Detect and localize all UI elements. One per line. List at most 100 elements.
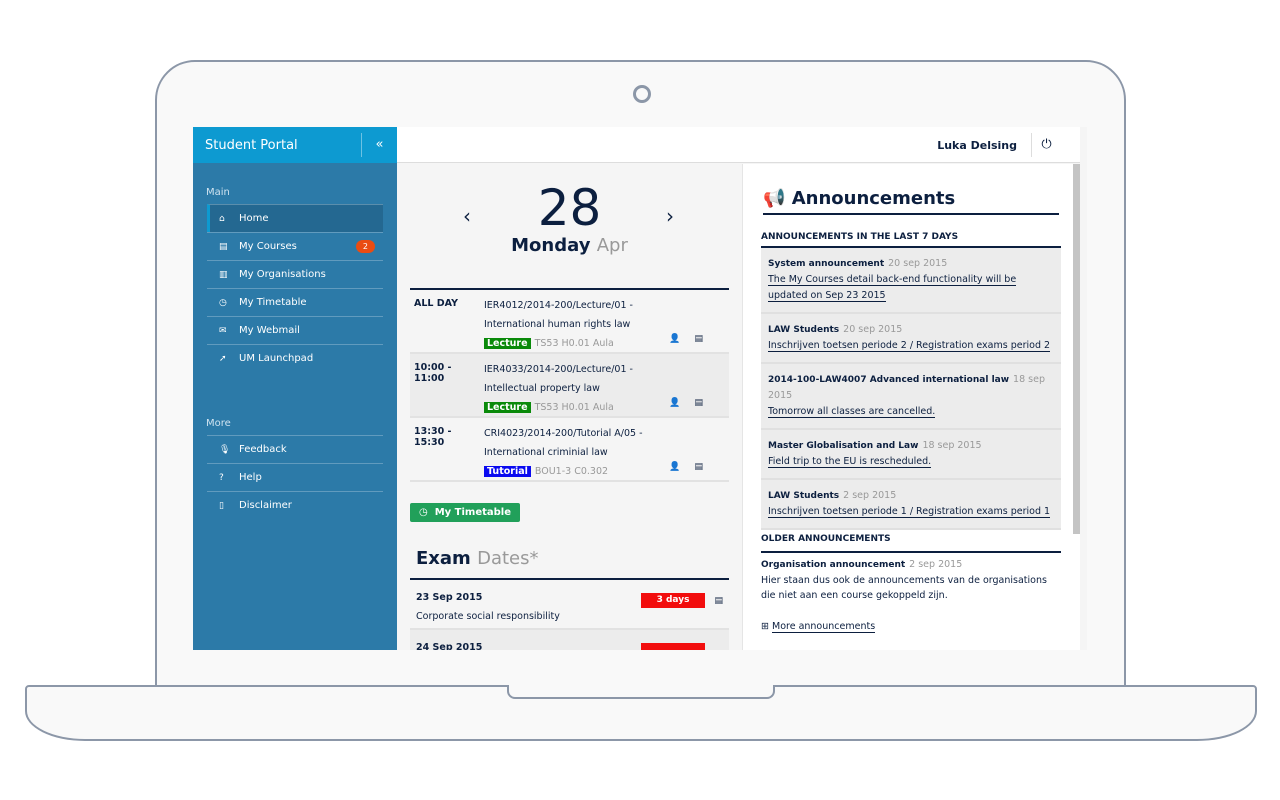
- calendar-column: ‹ › 28 Monday Apr ALL DAY IER4012/2014-20…: [397, 164, 742, 650]
- sidebar: Student Portal « Main ⌂ Home ▤ My Courses 2…: [193, 127, 397, 650]
- announcement-item: LAW Students 20 sep 2015 Inschrijven toets…: [761, 314, 1061, 364]
- announcements-column: 📢 Announcements ANNOUNCEMENTS IN THE LAS…: [742, 164, 1080, 650]
- announcement-link[interactable]: Tomorrow all classes are cancelled.: [768, 406, 936, 418]
- recent-announcements: ANNOUNCEMENTS IN THE LAST 7 DAYS System …: [761, 232, 1061, 530]
- laptop-notch: [507, 685, 775, 699]
- event-row[interactable]: ALL DAY IER4012/2014-200/Lecture/01 - Int…: [410, 290, 729, 354]
- person-icon[interactable]: 👤: [669, 334, 694, 344]
- sidebar-item-my-webmail[interactable]: ✉ My Webmail: [207, 316, 383, 344]
- event-time: 10:00 - 11:00: [414, 362, 452, 384]
- announcement-link[interactable]: Field trip to the EU is rescheduled.: [768, 456, 932, 468]
- screen: Student Portal « Main ⌂ Home ▤ My Courses 2…: [193, 127, 1087, 650]
- event-location: BOU1-3 C0.302: [534, 466, 609, 477]
- announcement-date: 2 sep 2015: [909, 559, 963, 570]
- event-title: IER4012/2014-200/Lecture/01 - Internatio…: [484, 300, 633, 330]
- book-icon[interactable]: ▤: [714, 592, 723, 611]
- sidebar-item-label: My Timetable: [239, 297, 307, 308]
- question-icon: ?: [219, 472, 224, 483]
- announcement-item: Master Globalisation and Law 18 sep 2015 F…: [761, 430, 1061, 480]
- announcement-source: Organisation announcement: [761, 560, 906, 570]
- sidebar-item-my-courses[interactable]: ▤ My Courses 2: [207, 232, 383, 260]
- event-row[interactable]: 10:00 - 11:00 IER4033/2014-200/Lecture/01…: [410, 354, 729, 418]
- sidebar-item-label: Home: [239, 213, 269, 224]
- exam-course: Corporate social responsibility: [416, 611, 560, 622]
- event-time: ALL DAY: [414, 298, 458, 309]
- recent-header: ANNOUNCEMENTS IN THE LAST 7 DAYS: [761, 232, 1061, 248]
- weekday: Monday: [511, 235, 591, 256]
- announcement-item: System announcement 20 sep 2015 The My Cou…: [761, 248, 1061, 314]
- exam-date: 24 Sep 2015: [416, 642, 483, 650]
- exam-dates-heading: Exam Dates*: [416, 548, 539, 569]
- book-icon[interactable]: ▤: [694, 398, 717, 408]
- sidebar-item-label: My Courses: [239, 241, 297, 252]
- announcement-link[interactable]: Inschrijven toetsen periode 2 / Registra…: [768, 340, 1051, 352]
- event-title: CRI4023/2014-200/Tutorial A/05 - Interna…: [484, 428, 643, 458]
- power-icon[interactable]: ⏻: [1031, 133, 1061, 157]
- announcement-date: 18 sep 2015: [922, 440, 982, 451]
- person-icon[interactable]: 👤: [669, 398, 694, 408]
- sidebar-item-um-launchpad[interactable]: ➚ UM Launchpad: [207, 344, 383, 372]
- scrollbar[interactable]: [1073, 164, 1080, 534]
- sidebar-item-my-timetable[interactable]: ◷ My Timetable: [207, 288, 383, 316]
- user-name[interactable]: Luka Delsing: [937, 139, 1017, 152]
- announcement-link[interactable]: Inschrijven toetsen periode 1 / Registra…: [768, 506, 1051, 518]
- announcement-link[interactable]: The My Courses detail back-end functiona…: [768, 274, 1017, 302]
- envelope-icon: ✉: [219, 325, 227, 336]
- exam-countdown-badge: [641, 643, 705, 650]
- button-label: My Timetable: [434, 507, 512, 518]
- event-type-tag: Lecture: [484, 338, 531, 349]
- book-icon[interactable]: ▤: [694, 462, 717, 472]
- bank-icon: ▥: [219, 269, 228, 280]
- exam-row[interactable]: 23 Sep 2015 Corporate social responsibili…: [410, 580, 729, 630]
- sidebar-item-disclaimer[interactable]: ▯ Disclaimer: [207, 491, 383, 519]
- top-header: Luka Delsing ⏻: [397, 127, 1080, 163]
- rocket-icon: ➚: [219, 353, 227, 364]
- announcement-source: LAW Students: [768, 491, 840, 501]
- sidebar-item-label: My Organisations: [239, 269, 326, 280]
- link-label: More announcements: [772, 621, 876, 633]
- event-title: IER4033/2014-200/Lecture/01 - Intellectu…: [484, 364, 633, 394]
- exam-countdown-badge: 3 days: [641, 593, 705, 608]
- person-icon[interactable]: 👤: [669, 462, 694, 472]
- heading-text: Announcements: [791, 188, 956, 209]
- sidebar-item-feedback[interactable]: 🎙 Feedback: [207, 435, 383, 463]
- date-display: 28 Monday Apr: [397, 181, 742, 256]
- event-location: TS53 H0.01 Aula: [534, 402, 614, 413]
- sidebar-item-my-organisations[interactable]: ▥ My Organisations: [207, 260, 383, 288]
- sidebar-item-label: Feedback: [239, 444, 287, 455]
- announcement-item: 2014-100-LAW4007 Advanced international …: [761, 364, 1061, 430]
- announcement-date: 20 sep 2015: [888, 258, 948, 269]
- older-header: OLDER ANNOUNCEMENTS: [761, 532, 1061, 553]
- courses-count-badge: 2: [355, 240, 375, 253]
- sidebar-item-label: UM Launchpad: [239, 353, 314, 364]
- month: Apr: [596, 235, 628, 256]
- weekday-month: Monday Apr: [397, 235, 742, 256]
- heading-bold: Exam: [416, 548, 471, 569]
- sidebar-item-help[interactable]: ? Help: [207, 463, 383, 491]
- announcement-source: Master Globalisation and Law: [768, 441, 919, 451]
- sidebar-item-label: Help: [239, 472, 262, 483]
- announcement-date: 2 sep 2015: [843, 490, 897, 501]
- home-icon: ⌂: [219, 213, 225, 224]
- exam-row[interactable]: 24 Sep 2015: [410, 630, 729, 650]
- megaphone-icon: 📢: [763, 188, 786, 209]
- announcement-source: System announcement: [768, 259, 885, 269]
- timetable-list: ALL DAY IER4012/2014-200/Lecture/01 - Int…: [410, 288, 729, 482]
- announcement-source: LAW Students: [768, 325, 840, 335]
- event-type-tag: Tutorial: [484, 466, 531, 477]
- announcement-date: 20 sep 2015: [843, 324, 903, 335]
- collapse-sidebar-button[interactable]: «: [361, 133, 397, 157]
- announcement-item: LAW Students 2 sep 2015 Inschrijven toetse…: [761, 480, 1061, 530]
- day-number: 28: [537, 179, 602, 237]
- event-row[interactable]: 13:30 - 15:30 CRI4023/2014-200/Tutorial A…: [410, 418, 729, 482]
- camera: [633, 85, 651, 103]
- exam-date: 23 Sep 2015: [416, 592, 483, 603]
- book-icon[interactable]: ▤: [694, 334, 717, 344]
- microphone-icon: 🎙: [219, 444, 231, 455]
- announcements-heading: 📢 Announcements: [763, 188, 1059, 215]
- clock-icon: ◷: [419, 507, 428, 518]
- my-timetable-button[interactable]: ◷ My Timetable: [410, 503, 521, 522]
- more-announcements-link[interactable]: ⊞ More announcements: [761, 619, 876, 634]
- sidebar-item-home[interactable]: ⌂ Home: [207, 204, 383, 232]
- heading-light: Dates*: [477, 548, 539, 569]
